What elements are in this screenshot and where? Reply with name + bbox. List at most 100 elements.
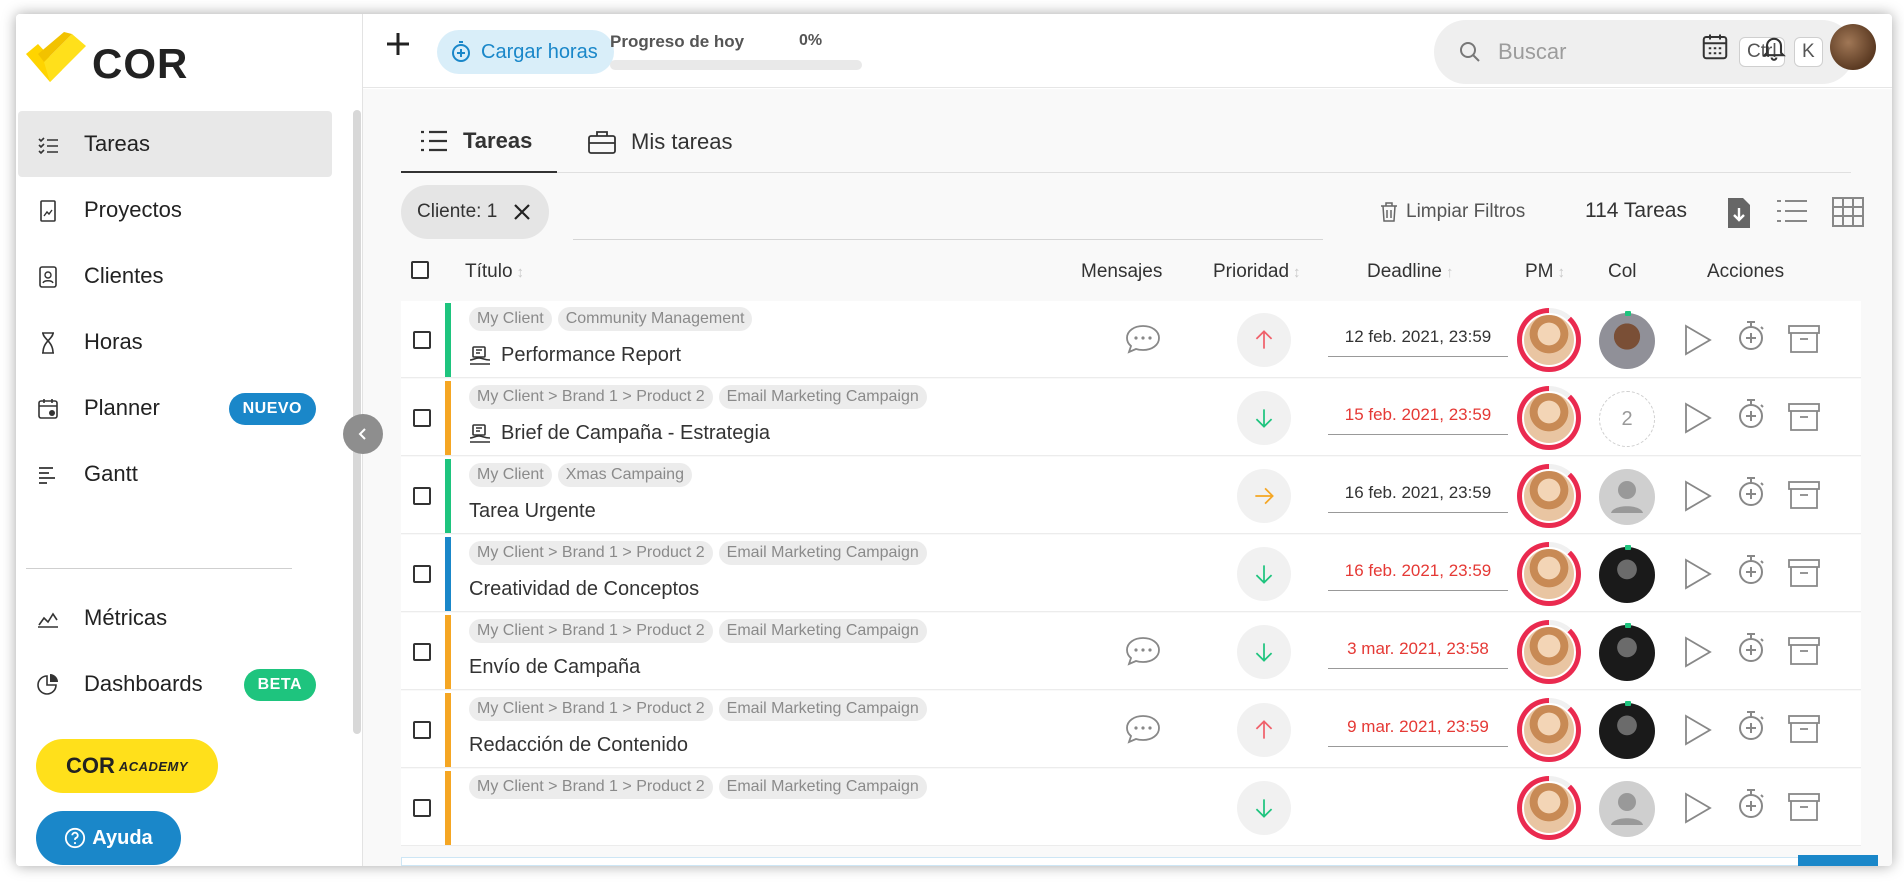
user-avatar[interactable] — [1830, 24, 1876, 70]
sidebar-item-tareas[interactable]: Tareas — [18, 111, 332, 177]
messages-button[interactable] — [1124, 323, 1162, 360]
start-timer-button[interactable] — [1681, 323, 1713, 362]
project-tag[interactable]: Email Marketing Campaign — [718, 619, 927, 643]
header-deadline[interactable]: Deadline ↑ — [1367, 261, 1454, 283]
deadline-field[interactable]: 16 feb. 2021, 23:59 — [1328, 561, 1508, 591]
project-tag[interactable]: My Client > Brand 1 > Product 2 — [469, 619, 713, 643]
collaborator-avatar[interactable] — [1599, 781, 1655, 837]
pm-avatar[interactable] — [1517, 698, 1581, 762]
collaborator-avatar[interactable] — [1599, 311, 1655, 369]
priority-button[interactable] — [1237, 469, 1291, 523]
task-title[interactable]: Creatividad de Conceptos — [469, 578, 699, 601]
select-all-checkbox[interactable] — [411, 261, 429, 279]
project-tag[interactable]: My Client > Brand 1 > Product 2 — [469, 541, 713, 565]
table-row[interactable]: My Client > Brand 1 > Product 2 Email Mar… — [401, 613, 1861, 690]
project-tag[interactable]: My Client — [469, 463, 552, 487]
pm-avatar[interactable] — [1517, 464, 1581, 528]
start-timer-button[interactable] — [1681, 791, 1713, 830]
priority-button[interactable] — [1237, 781, 1291, 835]
archive-button[interactable] — [1787, 713, 1821, 750]
close-icon[interactable] — [513, 203, 531, 221]
cor-logo[interactable]: COR — [24, 32, 224, 87]
collaborator-avatar[interactable] — [1599, 623, 1655, 681]
pm-avatar[interactable] — [1517, 620, 1581, 684]
project-tag[interactable]: Email Marketing Campaign — [718, 697, 927, 721]
header-pm[interactable]: PM ↕ — [1525, 261, 1565, 283]
collapse-sidebar-button[interactable] — [343, 414, 383, 454]
task-title[interactable]: Envío de Campaña — [469, 656, 640, 679]
messages-button[interactable] — [1124, 635, 1162, 672]
log-time-button[interactable] — [1736, 709, 1766, 748]
pm-avatar[interactable] — [1517, 776, 1581, 840]
log-time-button[interactable] — [1736, 397, 1766, 436]
pm-avatar[interactable] — [1517, 308, 1581, 372]
search-input[interactable] — [1498, 36, 1728, 68]
grid-view-icon[interactable] — [1832, 197, 1864, 227]
sidebar-item-horas[interactable]: Horas — [18, 309, 332, 375]
project-tag[interactable]: My Client > Brand 1 > Product 2 — [469, 775, 713, 799]
header-title[interactable]: Título ↕ — [465, 261, 524, 283]
table-row[interactable]: My Client > Brand 1 > Product 2 Email Mar… — [401, 379, 1861, 456]
header-priority[interactable]: Prioridad ↕ — [1213, 261, 1301, 283]
sidebar-item-gantt[interactable]: Gantt — [18, 441, 332, 507]
start-timer-button[interactable] — [1681, 557, 1713, 596]
sidebar-item-metricas[interactable]: Métricas — [18, 585, 332, 651]
project-tag[interactable]: Community Management — [557, 307, 753, 331]
project-tag[interactable]: Email Marketing Campaign — [718, 775, 927, 799]
archive-button[interactable] — [1787, 323, 1821, 360]
sidebar-item-proyectos[interactable]: Proyectos — [18, 177, 332, 243]
filter-chip-cliente[interactable]: Cliente: 1 — [401, 185, 550, 239]
task-title[interactable]: Brief de Campaña - Estrategia — [469, 422, 770, 445]
project-tag[interactable]: Email Marketing Campaign — [718, 385, 927, 409]
start-timer-button[interactable] — [1681, 713, 1713, 752]
row-checkbox[interactable] — [413, 565, 431, 583]
log-time-button[interactable] — [1736, 475, 1766, 514]
row-checkbox[interactable] — [413, 487, 431, 505]
collaborator-avatar[interactable] — [1599, 469, 1655, 525]
archive-button[interactable] — [1787, 479, 1821, 516]
search-box[interactable]: Ctrl K — [1434, 20, 1854, 84]
deadline-field[interactable]: 16 feb. 2021, 23:59 — [1328, 483, 1508, 513]
pm-avatar[interactable] — [1517, 542, 1581, 606]
archive-button[interactable] — [1787, 557, 1821, 594]
priority-button[interactable] — [1237, 703, 1291, 757]
sidebar-item-planner[interactable]: Planner NUEVO — [18, 375, 332, 441]
floating-action-edge[interactable] — [1798, 855, 1878, 866]
help-button[interactable]: Ayuda — [36, 811, 181, 865]
table-row[interactable]: My Client > Brand 1 > Product 2 Email Mar… — [401, 769, 1861, 846]
task-title[interactable]: Performance Report — [469, 344, 681, 367]
table-row[interactable]: My Client > Brand 1 > Product 2 Email Mar… — [401, 535, 1861, 612]
deadline-field[interactable]: 15 feb. 2021, 23:59 — [1328, 405, 1508, 435]
collaborator-avatar[interactable]: 2 — [1599, 391, 1655, 447]
add-button[interactable] — [381, 30, 415, 64]
priority-button[interactable] — [1237, 391, 1291, 445]
project-tag[interactable]: My Client > Brand 1 > Product 2 — [469, 385, 713, 409]
log-time-button[interactable] — [1736, 553, 1766, 592]
load-hours-button[interactable]: Cargar horas — [437, 30, 614, 74]
filter-input-line[interactable] — [573, 239, 1323, 240]
start-timer-button[interactable] — [1681, 479, 1713, 518]
row-checkbox[interactable] — [413, 643, 431, 661]
horizontal-scrollbar[interactable] — [401, 857, 1861, 866]
sidebar-item-clientes[interactable]: Clientes — [18, 243, 332, 309]
start-timer-button[interactable] — [1681, 635, 1713, 674]
priority-button[interactable] — [1237, 547, 1291, 601]
log-time-button[interactable] — [1736, 787, 1766, 826]
deadline-field[interactable]: 3 mar. 2021, 23:58 — [1328, 639, 1508, 669]
messages-button[interactable] — [1124, 713, 1162, 750]
table-row[interactable]: My Client > Brand 1 > Product 2 Email Mar… — [401, 691, 1861, 768]
log-time-button[interactable] — [1736, 319, 1766, 358]
bell-icon[interactable] — [1760, 32, 1788, 62]
row-checkbox[interactable] — [413, 409, 431, 427]
task-title[interactable]: Tarea Urgente — [469, 500, 596, 523]
row-checkbox[interactable] — [413, 331, 431, 349]
collaborator-avatar[interactable] — [1599, 545, 1655, 603]
cor-academy-button[interactable]: COR ACADEMY — [36, 739, 218, 793]
table-row[interactable]: My Client Xmas Campaing Tarea Urgente 16 fe… — [401, 457, 1861, 534]
project-tag[interactable]: Email Marketing Campaign — [718, 541, 927, 565]
deadline-field[interactable]: 12 feb. 2021, 23:59 — [1328, 327, 1508, 357]
start-timer-button[interactable] — [1681, 401, 1713, 440]
archive-button[interactable] — [1787, 401, 1821, 438]
priority-button[interactable] — [1237, 313, 1291, 367]
download-icon[interactable] — [1726, 197, 1752, 229]
